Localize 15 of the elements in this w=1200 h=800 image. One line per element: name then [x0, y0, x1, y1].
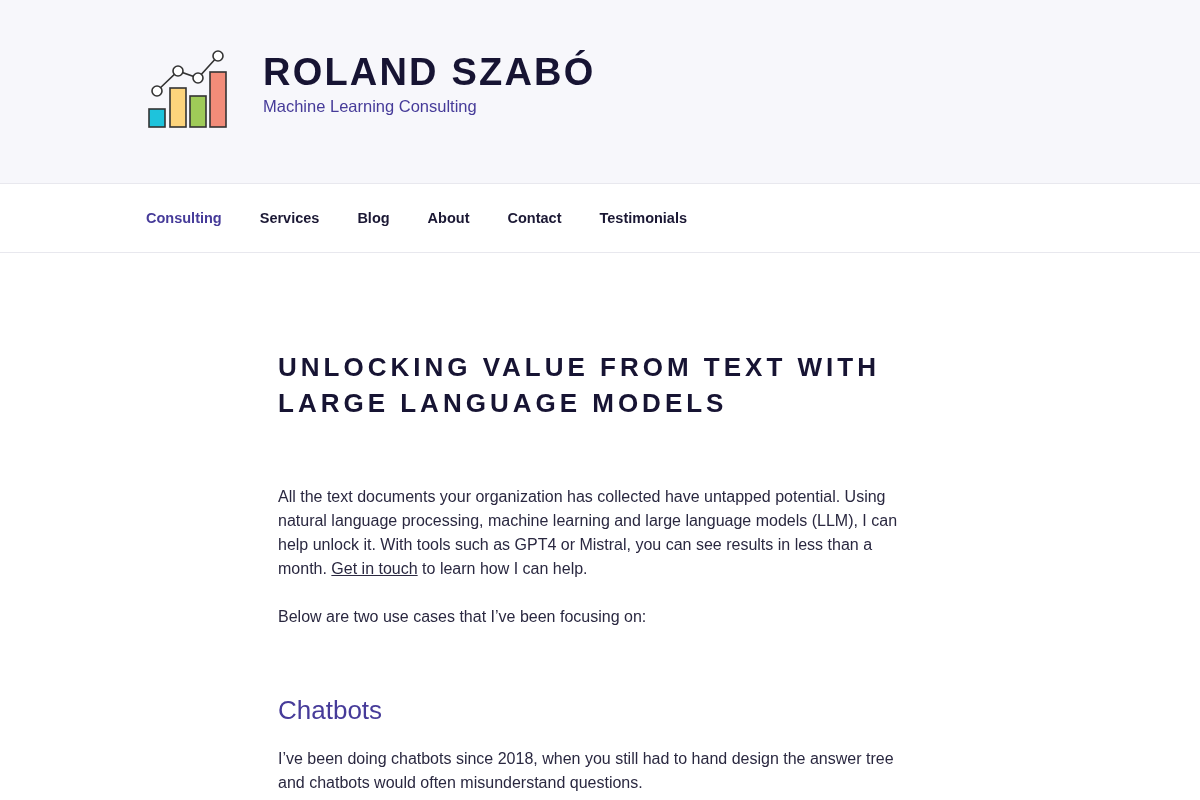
section-heading: Chatbots [278, 694, 384, 727]
nav-link[interactable]: Blog [357, 206, 390, 230]
article-title: UNLOCKING VALUE FROM TEXT WITH LARGE LANGUAGE MODELS [278, 351, 881, 420]
text-link[interactable]: Get in touch [331, 560, 418, 577]
nav-link[interactable]: Testimonials [599, 206, 688, 230]
paragraph: All the text documents your organization has collected have untapped potential. Using natural language processing, machine learning and large language models (LLM), I can help unlock it. With tools such as GPT4 or Mistral, you can see results in less than a month. Get in touch to learn how I can help. [278, 487, 899, 579]
nav-link[interactable]: Consulting [146, 206, 222, 230]
paragraph: I’ve been doing chatbots since 2018, when you still had to hand design the answer tree and chatbots would often misunderstand questions. [278, 749, 895, 793]
nav-link[interactable]: About [427, 206, 470, 230]
paragraph: Below are two use cases that I’ve been focusing on: [278, 607, 648, 627]
bar-chart-logo-icon[interactable] [148, 48, 228, 128]
nav-link[interactable]: Services [259, 206, 320, 230]
site-title[interactable]: ROLAND SZABÓ [263, 49, 596, 95]
nav-link[interactable]: Contact [507, 206, 562, 230]
site-tagline: Machine Learning Consulting [263, 96, 478, 117]
